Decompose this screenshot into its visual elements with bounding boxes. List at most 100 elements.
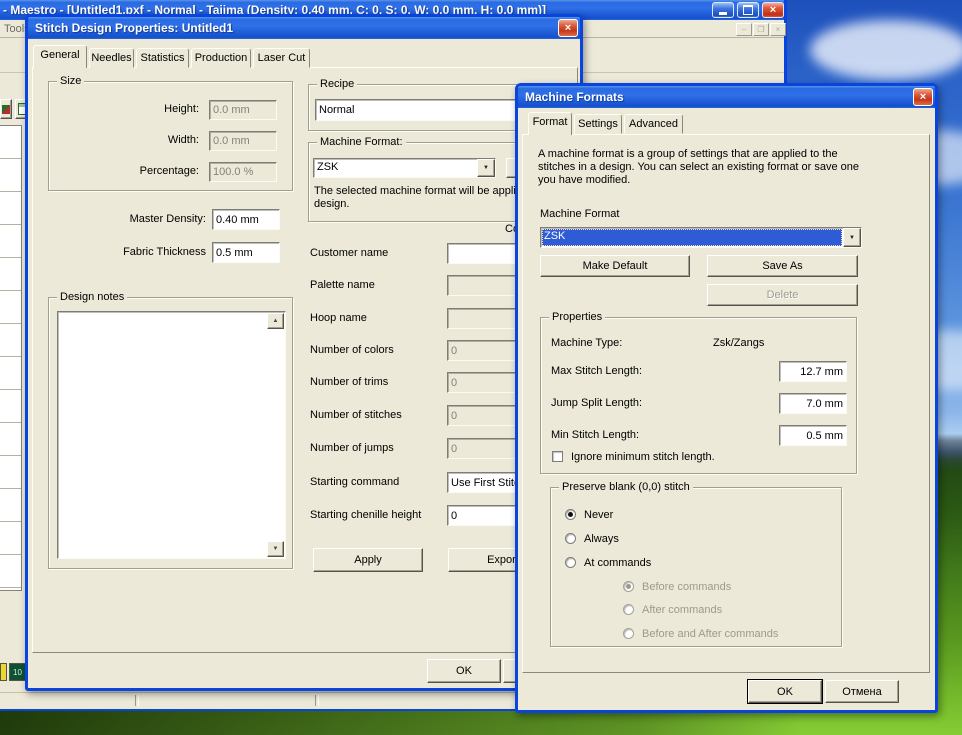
radio-never-label[interactable]: Never xyxy=(584,509,613,522)
close-icon: × xyxy=(920,91,926,103)
status-divider xyxy=(135,695,139,706)
machine-format-combobox[interactable]: ZSK ▼ xyxy=(313,158,496,178)
tab-format[interactable]: Format xyxy=(528,112,572,135)
palette-chip-green[interactable]: 10 xyxy=(9,663,26,681)
delete-button: Delete xyxy=(707,284,858,306)
radio-before-after-commands-label: Before and After commands xyxy=(642,628,778,641)
stitch-dialog-body: General Needles Statistics Production La… xyxy=(28,39,580,688)
width-field xyxy=(209,131,277,151)
stitch-dialog-title: Stitch Design Properties: Untitled1 xyxy=(35,21,233,35)
scroll-down-icon: ▼ xyxy=(273,546,279,552)
radio-after-commands-label: After commands xyxy=(642,604,722,617)
size-group-label: Size xyxy=(57,75,84,88)
tab-needles[interactable]: Needles xyxy=(89,48,134,68)
starting-command-label: Starting command xyxy=(310,476,399,489)
mf-description-line1: A machine format is a group of settings … xyxy=(538,148,838,161)
percentage-field xyxy=(209,162,277,182)
toolbar-button[interactable] xyxy=(0,99,12,119)
width-label: Width: xyxy=(51,134,199,147)
percentage-label: Percentage: xyxy=(51,165,199,178)
number-of-jumps-label: Number of jumps xyxy=(310,442,394,455)
fabric-thickness-label: Fabric Thickness xyxy=(48,246,206,259)
master-density-field[interactable] xyxy=(212,209,280,230)
color-palette-list[interactable] xyxy=(0,125,22,591)
minimize-button[interactable] xyxy=(712,2,734,18)
palette-chip-yellow[interactable] xyxy=(0,663,7,681)
mdi-minimize-button[interactable]: – xyxy=(736,23,752,36)
desktop: - Maestro - [Untitled1.pxf - Normal - Ta… xyxy=(0,0,962,735)
close-icon: × xyxy=(565,22,571,34)
scroll-down-button[interactable]: ▼ xyxy=(267,541,284,557)
mf-machine-format-label: Machine Format xyxy=(540,208,619,221)
recipe-group-label: Recipe xyxy=(317,78,357,91)
tab-laser-cut[interactable]: Laser Cut xyxy=(253,48,310,68)
jump-split-length-field[interactable] xyxy=(779,393,847,414)
number-of-colors-label: Number of colors xyxy=(310,344,394,357)
radio-at-commands[interactable] xyxy=(565,557,576,568)
machine-format-group-label: Machine Format: xyxy=(317,136,406,149)
ignore-min-stitch-label: Ignore minimum stitch length. xyxy=(571,451,715,464)
stitch-dialog-title-bar[interactable]: Stitch Design Properties: Untitled1 xyxy=(28,17,580,39)
tab-advanced[interactable]: Advanced xyxy=(624,114,683,134)
mf-machine-format-selected: ZSK xyxy=(542,229,842,246)
maximize-icon xyxy=(743,5,753,15)
max-stitch-length-label: Max Stitch Length: xyxy=(551,365,642,378)
apply-button[interactable]: Apply xyxy=(313,548,423,572)
radio-never[interactable] xyxy=(565,509,576,520)
starting-chenille-height-label: Starting chenille height xyxy=(310,509,421,522)
machine-type-label: Machine Type: xyxy=(551,337,622,350)
height-field xyxy=(209,100,277,120)
mf-ok-button[interactable]: OK xyxy=(748,680,822,703)
machine-formats-close-button[interactable]: × xyxy=(913,88,933,106)
chevron-down-icon[interactable]: ▼ xyxy=(843,228,861,247)
radio-at-commands-label[interactable]: At commands xyxy=(584,557,651,570)
mdi-restore-button[interactable]: ❐ xyxy=(753,23,769,36)
ignore-min-stitch-checkbox[interactable] xyxy=(552,451,563,462)
stitch-dialog-close-button[interactable]: × xyxy=(558,19,578,37)
customer-name-label: Customer name xyxy=(310,247,388,260)
mf-cancel-button[interactable]: Отмена xyxy=(825,680,899,703)
min-stitch-length-field[interactable] xyxy=(779,425,847,446)
radio-before-commands xyxy=(623,581,634,592)
radio-before-commands-label: Before commands xyxy=(642,581,731,594)
scroll-up-button[interactable]: ▲ xyxy=(267,313,284,329)
tab-general[interactable]: General xyxy=(33,45,87,68)
close-button[interactable]: × xyxy=(762,2,784,18)
fabric-thickness-field[interactable] xyxy=(212,242,280,263)
tab-statistics[interactable]: Statistics xyxy=(136,48,189,68)
min-stitch-length-label: Min Stitch Length: xyxy=(551,429,639,442)
mdi-close-button[interactable]: × xyxy=(770,23,786,36)
max-stitch-length-field[interactable] xyxy=(779,361,847,382)
make-default-button[interactable]: Make Default xyxy=(540,255,690,277)
radio-always[interactable] xyxy=(565,533,576,544)
scroll-up-icon: ▲ xyxy=(273,318,279,324)
radio-after-commands xyxy=(623,604,634,615)
palette-name-label: Palette name xyxy=(310,279,375,292)
tab-settings[interactable]: Settings xyxy=(574,114,622,134)
save-as-button[interactable]: Save As xyxy=(707,255,858,277)
stitch-design-properties-dialog: Stitch Design Properties: Untitled1 × Ge… xyxy=(25,14,583,691)
design-notes-label: Design notes xyxy=(57,291,127,304)
machine-formats-title-bar[interactable]: Machine Formats xyxy=(518,86,935,108)
machine-formats-body: Format Settings Advanced A machine forma… xyxy=(518,108,935,710)
properties-group: Properties Machine Type: Zsk/Zangs Max S… xyxy=(540,317,857,474)
chevron-down-icon[interactable]: ▼ xyxy=(477,159,495,177)
mf-description-line2: stitches in a design. You can select an … xyxy=(538,161,859,174)
ok-button[interactable]: OK xyxy=(427,659,501,683)
preserve-blank-group-label: Preserve blank (0,0) stitch xyxy=(559,481,693,494)
mf-machine-format-combobox[interactable]: ZSK ▼ xyxy=(540,227,862,248)
hoop-name-label: Hoop name xyxy=(310,312,367,325)
machine-format-selected: ZSK xyxy=(314,159,477,177)
machine-formats-dialog: Machine Formats × Format Settings Advanc… xyxy=(515,83,938,713)
radio-always-label[interactable]: Always xyxy=(584,533,619,546)
maximize-button[interactable] xyxy=(737,2,759,18)
radio-before-after-commands xyxy=(623,628,634,639)
tab-production[interactable]: Production xyxy=(191,48,251,68)
mf-description-line3: you have modified. xyxy=(538,174,630,187)
master-density-label: Master Density: xyxy=(48,213,206,226)
jump-split-length-label: Jump Split Length: xyxy=(551,397,642,410)
design-notes-textarea[interactable]: ▲ ▼ xyxy=(57,311,286,559)
machine-formats-title: Machine Formats xyxy=(525,90,624,104)
height-label: Height: xyxy=(51,103,199,116)
cloud xyxy=(810,20,962,80)
